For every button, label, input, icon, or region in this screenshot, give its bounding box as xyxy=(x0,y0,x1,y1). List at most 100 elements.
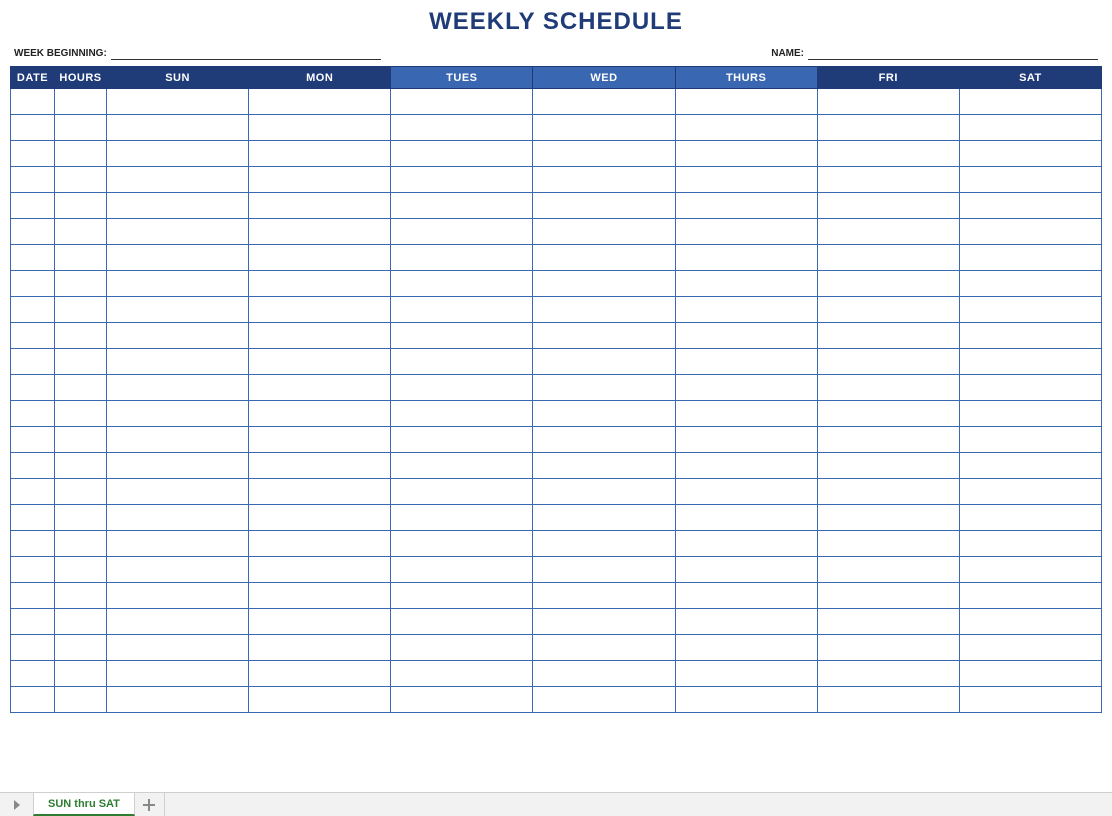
cell-hours[interactable] xyxy=(55,557,107,583)
cell-date[interactable] xyxy=(11,141,55,167)
cell-sat[interactable] xyxy=(959,427,1101,453)
cell-hours[interactable] xyxy=(55,583,107,609)
cell-date[interactable] xyxy=(11,505,55,531)
cell-date[interactable] xyxy=(11,531,55,557)
sheet-tab-active[interactable]: SUN thru SAT xyxy=(33,793,135,816)
cell-fri[interactable] xyxy=(817,271,959,297)
cell-thurs[interactable] xyxy=(675,583,817,609)
cell-wed[interactable] xyxy=(533,349,675,375)
cell-sun[interactable] xyxy=(107,687,249,713)
cell-mon[interactable] xyxy=(249,219,391,245)
cell-hours[interactable] xyxy=(55,505,107,531)
cell-fri[interactable] xyxy=(817,609,959,635)
cell-wed[interactable] xyxy=(533,453,675,479)
cell-thurs[interactable] xyxy=(675,349,817,375)
cell-fri[interactable] xyxy=(817,401,959,427)
cell-thurs[interactable] xyxy=(675,297,817,323)
cell-wed[interactable] xyxy=(533,271,675,297)
cell-date[interactable] xyxy=(11,375,55,401)
cell-mon[interactable] xyxy=(249,557,391,583)
cell-sun[interactable] xyxy=(107,453,249,479)
cell-date[interactable] xyxy=(11,297,55,323)
cell-tues[interactable] xyxy=(391,427,533,453)
cell-sat[interactable] xyxy=(959,219,1101,245)
cell-fri[interactable] xyxy=(817,453,959,479)
cell-hours[interactable] xyxy=(55,141,107,167)
cell-thurs[interactable] xyxy=(675,167,817,193)
cell-thurs[interactable] xyxy=(675,271,817,297)
cell-thurs[interactable] xyxy=(675,427,817,453)
cell-sun[interactable] xyxy=(107,297,249,323)
cell-thurs[interactable] xyxy=(675,661,817,687)
cell-sun[interactable] xyxy=(107,245,249,271)
cell-sun[interactable] xyxy=(107,661,249,687)
cell-mon[interactable] xyxy=(249,609,391,635)
cell-thurs[interactable] xyxy=(675,193,817,219)
cell-fri[interactable] xyxy=(817,505,959,531)
cell-fri[interactable] xyxy=(817,661,959,687)
cell-tues[interactable] xyxy=(391,557,533,583)
cell-hours[interactable] xyxy=(55,271,107,297)
cell-tues[interactable] xyxy=(391,635,533,661)
cell-fri[interactable] xyxy=(817,193,959,219)
cell-thurs[interactable] xyxy=(675,531,817,557)
cell-sun[interactable] xyxy=(107,609,249,635)
cell-wed[interactable] xyxy=(533,219,675,245)
cell-wed[interactable] xyxy=(533,89,675,115)
cell-sun[interactable] xyxy=(107,349,249,375)
cell-wed[interactable] xyxy=(533,505,675,531)
cell-tues[interactable] xyxy=(391,297,533,323)
cell-wed[interactable] xyxy=(533,297,675,323)
cell-sun[interactable] xyxy=(107,115,249,141)
cell-sun[interactable] xyxy=(107,479,249,505)
cell-tues[interactable] xyxy=(391,349,533,375)
week-beginning-input[interactable] xyxy=(111,48,381,60)
cell-mon[interactable] xyxy=(249,687,391,713)
cell-wed[interactable] xyxy=(533,687,675,713)
cell-date[interactable] xyxy=(11,219,55,245)
cell-fri[interactable] xyxy=(817,323,959,349)
cell-hours[interactable] xyxy=(55,661,107,687)
cell-thurs[interactable] xyxy=(675,219,817,245)
cell-wed[interactable] xyxy=(533,557,675,583)
cell-sat[interactable] xyxy=(959,401,1101,427)
cell-sat[interactable] xyxy=(959,635,1101,661)
cell-tues[interactable] xyxy=(391,661,533,687)
cell-tues[interactable] xyxy=(391,89,533,115)
cell-mon[interactable] xyxy=(249,167,391,193)
cell-mon[interactable] xyxy=(249,375,391,401)
cell-sun[interactable] xyxy=(107,401,249,427)
cell-tues[interactable] xyxy=(391,245,533,271)
cell-fri[interactable] xyxy=(817,141,959,167)
cell-mon[interactable] xyxy=(249,271,391,297)
cell-sat[interactable] xyxy=(959,557,1101,583)
cell-sat[interactable] xyxy=(959,245,1101,271)
cell-fri[interactable] xyxy=(817,297,959,323)
cell-wed[interactable] xyxy=(533,115,675,141)
sheet-nav-next[interactable] xyxy=(0,793,34,816)
cell-fri[interactable] xyxy=(817,583,959,609)
cell-mon[interactable] xyxy=(249,323,391,349)
cell-mon[interactable] xyxy=(249,349,391,375)
cell-date[interactable] xyxy=(11,557,55,583)
cell-thurs[interactable] xyxy=(675,635,817,661)
cell-hours[interactable] xyxy=(55,297,107,323)
cell-date[interactable] xyxy=(11,479,55,505)
cell-mon[interactable] xyxy=(249,635,391,661)
cell-hours[interactable] xyxy=(55,609,107,635)
cell-wed[interactable] xyxy=(533,661,675,687)
name-input[interactable] xyxy=(808,48,1098,60)
cell-wed[interactable] xyxy=(533,583,675,609)
cell-mon[interactable] xyxy=(249,661,391,687)
cell-sat[interactable] xyxy=(959,115,1101,141)
cell-sun[interactable] xyxy=(107,271,249,297)
cell-mon[interactable] xyxy=(249,141,391,167)
cell-tues[interactable] xyxy=(391,531,533,557)
cell-sat[interactable] xyxy=(959,661,1101,687)
cell-mon[interactable] xyxy=(249,401,391,427)
cell-sun[interactable] xyxy=(107,89,249,115)
cell-sun[interactable] xyxy=(107,375,249,401)
cell-sun[interactable] xyxy=(107,141,249,167)
cell-thurs[interactable] xyxy=(675,505,817,531)
cell-thurs[interactable] xyxy=(675,609,817,635)
